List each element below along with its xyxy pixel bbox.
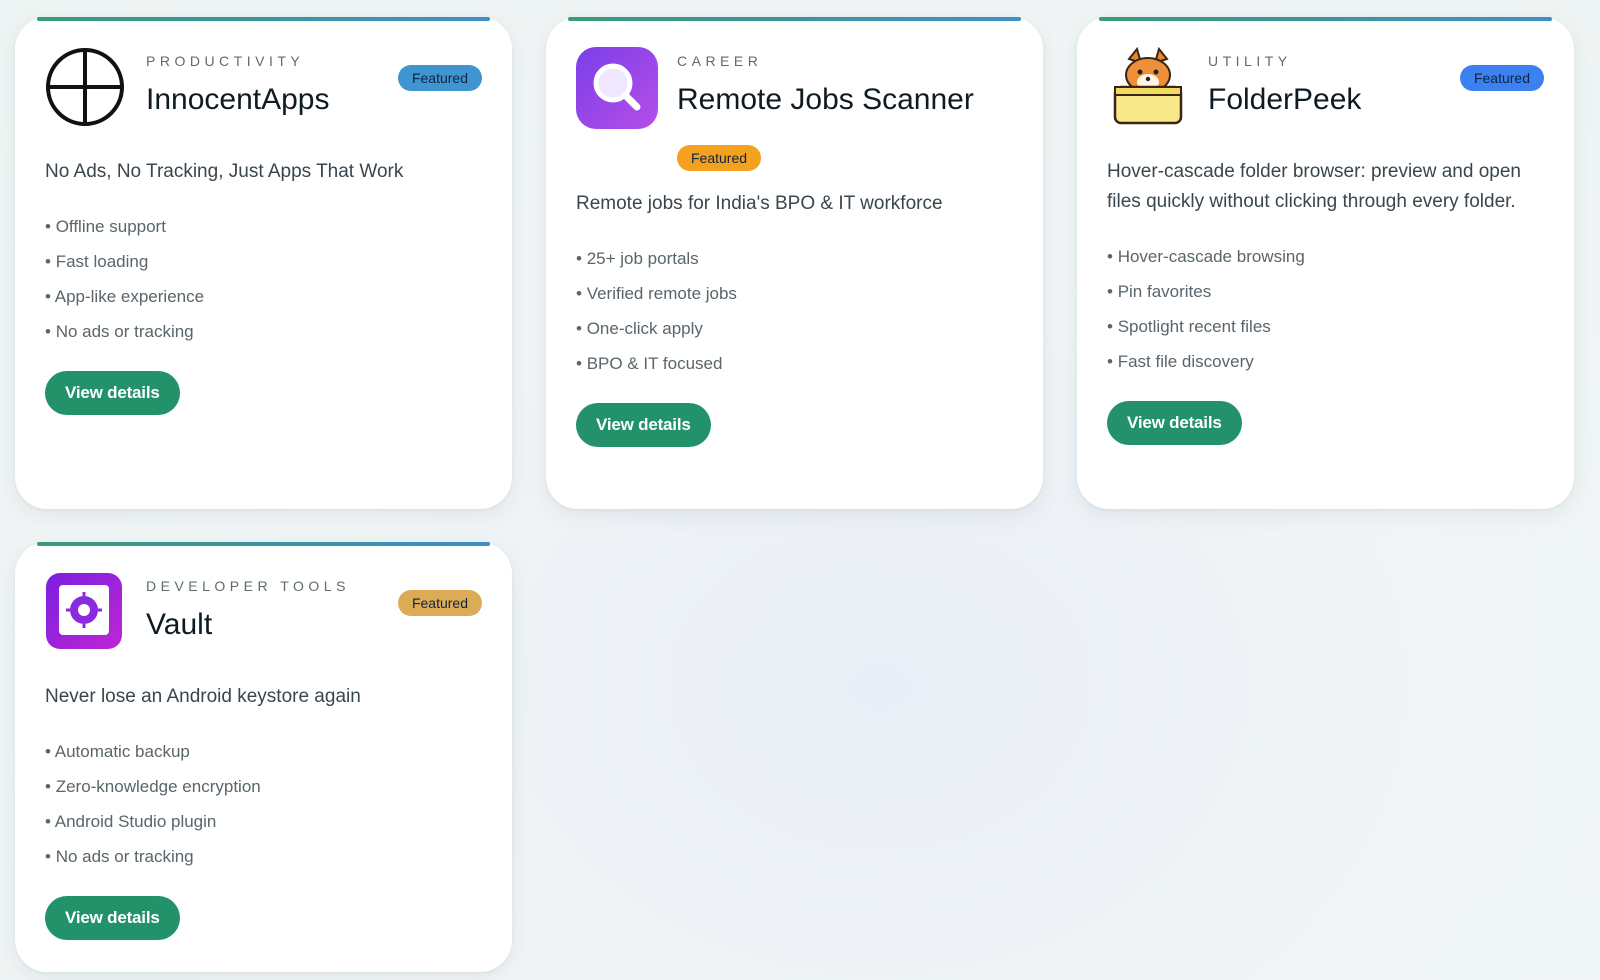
card-title: Remote Jobs Scanner — [677, 83, 974, 116]
feature-item: BPO & IT focused — [576, 346, 1013, 381]
card-category: CAREER — [677, 53, 763, 69]
card-description: Remote jobs for India's BPO & IT workfor… — [576, 193, 943, 214]
feature-item: 25+ job portals — [576, 241, 1013, 276]
feature-item: Android Studio plugin — [45, 804, 482, 839]
view-details-button[interactable]: View details — [1107, 401, 1242, 445]
feature-list: 25+ job portals Verified remote jobs One… — [576, 241, 1013, 381]
feature-item: Offline support — [45, 209, 482, 244]
feature-item: No ads or tracking — [45, 314, 482, 349]
feature-item: Zero-knowledge encryption — [45, 769, 482, 804]
card-header: UTILITY FolderPeek Featured — [1107, 46, 1544, 147]
circle-plus-icon — [45, 47, 127, 129]
feature-item: Pin favorites — [1107, 274, 1544, 309]
featured-badge: Featured — [1459, 65, 1544, 91]
card-category: DEVELOPER TOOLS — [146, 578, 350, 594]
feature-item: App-like experience — [45, 279, 482, 314]
card-title: FolderPeek — [1208, 83, 1362, 116]
card-header: DEVELOPER TOOLS Vault Featured — [45, 572, 482, 672]
card-category: PRODUCTIVITY — [146, 53, 305, 69]
view-details-button[interactable]: View details — [45, 371, 180, 415]
app-card-remote-jobs-scanner: CAREER Remote Jobs Scanner Featured Remo… — [546, 17, 1043, 509]
feature-item: Verified remote jobs — [576, 276, 1013, 311]
feature-item: Automatic backup — [45, 734, 482, 769]
feature-item: One-click apply — [576, 311, 1013, 346]
card-header: PRODUCTIVITY InnocentApps Featured — [45, 47, 482, 147]
view-details-button[interactable]: View details — [576, 403, 711, 447]
card-description: No Ads, No Tracking, Just Apps That Work — [45, 161, 404, 182]
card-header: CAREER Remote Jobs Scanner — [576, 47, 1013, 147]
feature-item: Fast file discovery — [1107, 344, 1544, 379]
feature-item: Fast loading — [45, 244, 482, 279]
app-card-vault: DEVELOPER TOOLS Vault Featured Never los… — [15, 542, 512, 972]
feature-list: Offline support Fast loading App-like ex… — [45, 209, 482, 349]
magnifier-icon — [576, 47, 658, 129]
view-details-button[interactable]: View details — [45, 896, 180, 940]
fox-in-folder-icon — [1107, 46, 1189, 129]
app-card-folderpeek: UTILITY FolderPeek Featured Hover-cascad… — [1077, 17, 1574, 509]
featured-badge: Featured — [677, 145, 762, 171]
card-title: Vault — [146, 608, 213, 641]
card-category: UTILITY — [1208, 53, 1292, 69]
feature-list: Automatic backup Zero-knowledge encrypti… — [45, 734, 482, 874]
feature-list: Hover-cascade browsing Pin favorites Spo… — [1107, 239, 1544, 379]
card-description: Hover-cascade folder browser: preview an… — [1107, 161, 1521, 212]
feature-item: No ads or tracking — [45, 839, 482, 874]
card-description: Never lose an Android keystore again — [45, 686, 361, 707]
feature-item: Spotlight recent files — [1107, 309, 1544, 344]
card-title: InnocentApps — [146, 83, 330, 116]
feature-item: Hover-cascade browsing — [1107, 239, 1544, 274]
vault-safe-icon — [45, 572, 127, 654]
featured-badge: Featured — [397, 65, 482, 91]
app-card-innocentapps: PRODUCTIVITY InnocentApps Featured No Ad… — [15, 17, 512, 509]
featured-badge: Featured — [397, 590, 482, 616]
